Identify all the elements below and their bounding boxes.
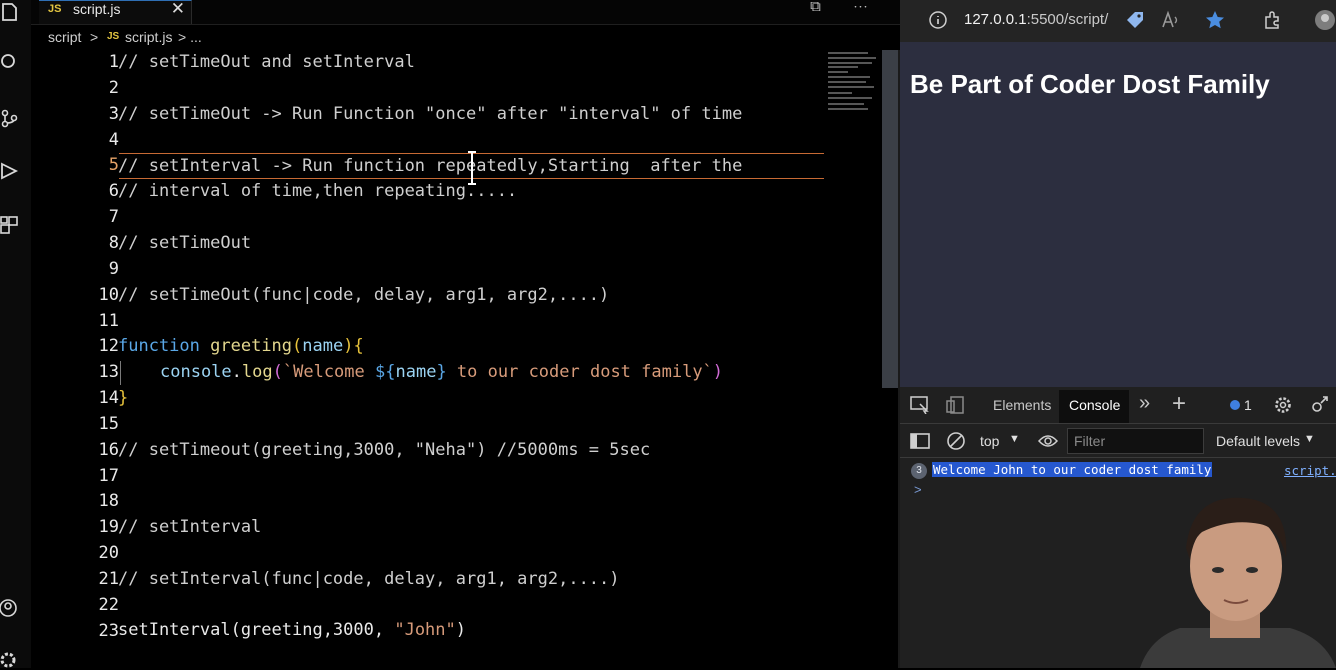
code-line-12: function greeting(name){ xyxy=(118,336,364,356)
code-line-8: // setTimeOut xyxy=(118,233,252,253)
line-number: 10 xyxy=(98,284,119,305)
editor-tab-bar: JS script.js ✕ ⧉ ⋯ xyxy=(31,0,900,25)
extensions-icon[interactable] xyxy=(0,216,20,236)
code-line-6: // interval of time,then repeating..... xyxy=(118,181,518,201)
inspect-element-icon[interactable] xyxy=(910,396,930,414)
customize-devtools-icon[interactable] xyxy=(1309,395,1329,415)
address-bar[interactable]: 127.0.0.1:5500/script/ xyxy=(900,0,1336,42)
issues-count-badge[interactable]: 1 xyxy=(1244,397,1252,413)
line-number: 3 xyxy=(108,103,119,124)
code-line-21: // setInterval(func|code, delay, arg1, a… xyxy=(118,569,620,589)
repeat-count-badge: 3 xyxy=(911,463,927,479)
breadcrumb-file[interactable]: script.js xyxy=(125,29,172,45)
read-aloud-icon[interactable] xyxy=(1160,9,1182,31)
line-number: 22 xyxy=(98,594,119,615)
code-line-14: } xyxy=(118,388,129,408)
line-number: 4 xyxy=(108,129,119,150)
tab-elements[interactable]: Elements xyxy=(993,397,1051,413)
line-number: 21 xyxy=(98,569,119,589)
code-line-16: // setTimeout(greeting,3000, "Neha") //5… xyxy=(118,440,651,460)
vertical-scrollbar[interactable] xyxy=(882,50,898,388)
more-tabs-chevron-icon[interactable]: » xyxy=(1139,392,1150,415)
web-page: Be Part of Coder Dost Family xyxy=(900,42,1336,387)
console-filter-input[interactable] xyxy=(1067,428,1204,454)
tab-script-js[interactable]: JS script.js ✕ xyxy=(39,0,192,24)
presenter-webcam-image xyxy=(1140,497,1336,668)
breadcrumb-separator: > xyxy=(90,29,99,45)
devtools-tab-bar: Elements Console » + 1 xyxy=(900,387,1336,424)
code-line-5: // setInterval -> Run function repeatedl… xyxy=(118,156,743,176)
tab-label: script.js xyxy=(73,1,121,17)
extensions-puzzle-icon[interactable] xyxy=(1262,9,1284,31)
context-selector[interactable]: top xyxy=(980,433,999,449)
code-editor[interactable]: 1 2 3 4 5 6 7 8 9 10 11 12 13 14 15 16 17 18 19 20 21 22 23 //… xyxy=(31,50,900,668)
line-number: 6 xyxy=(108,181,119,202)
console-prompt-chevron-icon[interactable]: > xyxy=(914,482,922,497)
breadcrumb: script > JS script.js > ... xyxy=(31,25,900,49)
javascript-file-icon: JS xyxy=(48,3,62,15)
line-number: 1 xyxy=(108,52,119,72)
search-icon[interactable] xyxy=(0,52,20,72)
line-number: 14 xyxy=(98,388,119,409)
page-heading: Be Part of Coder Dost Family xyxy=(910,69,1270,99)
console-filter-bar: top ▼ Default levels ▼ xyxy=(900,425,1336,458)
settings-gear-icon[interactable] xyxy=(0,650,20,670)
line-number: 2 xyxy=(108,77,119,98)
profile-avatar-icon[interactable] xyxy=(1314,9,1336,31)
favorite-star-icon[interactable] xyxy=(1204,9,1226,31)
account-icon[interactable] xyxy=(0,598,20,618)
close-icon[interactable]: ✕ xyxy=(171,0,185,19)
line-number: 12 xyxy=(98,336,119,357)
line-number: 19 xyxy=(98,517,119,538)
text-cursor-icon xyxy=(468,151,476,185)
code-line-19: // setInterval xyxy=(118,517,262,537)
minimap[interactable] xyxy=(828,50,880,120)
tag-icon[interactable] xyxy=(1124,9,1146,31)
line-number: 18 xyxy=(98,491,119,512)
console-message-text[interactable]: Welcome John to our coder dost family xyxy=(932,462,1213,477)
line-number: 16 xyxy=(98,439,119,460)
device-toolbar-icon[interactable] xyxy=(946,396,966,414)
chevron-down-icon[interactable]: ▼ xyxy=(1304,433,1315,445)
javascript-file-icon: JS xyxy=(107,31,120,42)
line-number: 8 xyxy=(108,232,119,253)
source-control-icon[interactable] xyxy=(0,108,20,128)
line-number: 17 xyxy=(98,465,119,486)
run-debug-icon[interactable] xyxy=(0,161,20,181)
line-number: 20 xyxy=(98,543,119,564)
code-line-1: // setTimeOut and setInterval xyxy=(118,52,415,72)
console-source-link[interactable]: script. xyxy=(1284,463,1336,478)
chevron-down-icon[interactable]: ▼ xyxy=(1009,433,1020,445)
show-sidebar-icon[interactable] xyxy=(910,432,930,450)
breadcrumb-folder[interactable]: script xyxy=(48,29,81,45)
add-panel-icon[interactable]: + xyxy=(1172,390,1186,418)
breadcrumb-more[interactable]: > ... xyxy=(178,29,202,45)
line-number: 7 xyxy=(108,207,119,228)
line-number: 23 xyxy=(98,620,119,641)
live-expression-eye-icon[interactable] xyxy=(1038,433,1058,449)
issues-dot-icon xyxy=(1230,400,1240,410)
indent-guide xyxy=(120,361,121,385)
devtools-settings-gear-icon[interactable] xyxy=(1273,395,1293,415)
split-editor-more-actions[interactable]: ⧉ ⋯ xyxy=(810,0,882,15)
activity-bar xyxy=(0,0,31,668)
clear-console-icon[interactable] xyxy=(946,431,966,451)
line-number: 9 xyxy=(108,258,119,279)
line-number: 11 xyxy=(98,310,119,331)
code-line-3: // setTimeOut -> Run Function "once" aft… xyxy=(118,104,743,124)
line-number: 5 xyxy=(108,155,119,176)
site-info-icon[interactable] xyxy=(929,11,947,29)
line-number: 13 xyxy=(98,362,119,383)
log-levels-dropdown[interactable]: Default levels xyxy=(1216,433,1300,449)
code-line-13: console.log(`Welcome ${name} to our code… xyxy=(160,362,724,382)
tab-console[interactable]: Console xyxy=(1059,390,1129,423)
code-line-23: setInterval(greeting,3000, "John") xyxy=(118,620,467,640)
explorer-icon[interactable] xyxy=(0,2,20,22)
console-message[interactable]: 3 Welcome John to our coder dost family … xyxy=(900,460,1336,480)
line-number: 15 xyxy=(98,413,119,434)
code-line-10: // setTimeOut(func|code, delay, arg1, ar… xyxy=(118,285,610,305)
url-text[interactable]: 127.0.0.1:5500/script/ xyxy=(964,11,1108,28)
